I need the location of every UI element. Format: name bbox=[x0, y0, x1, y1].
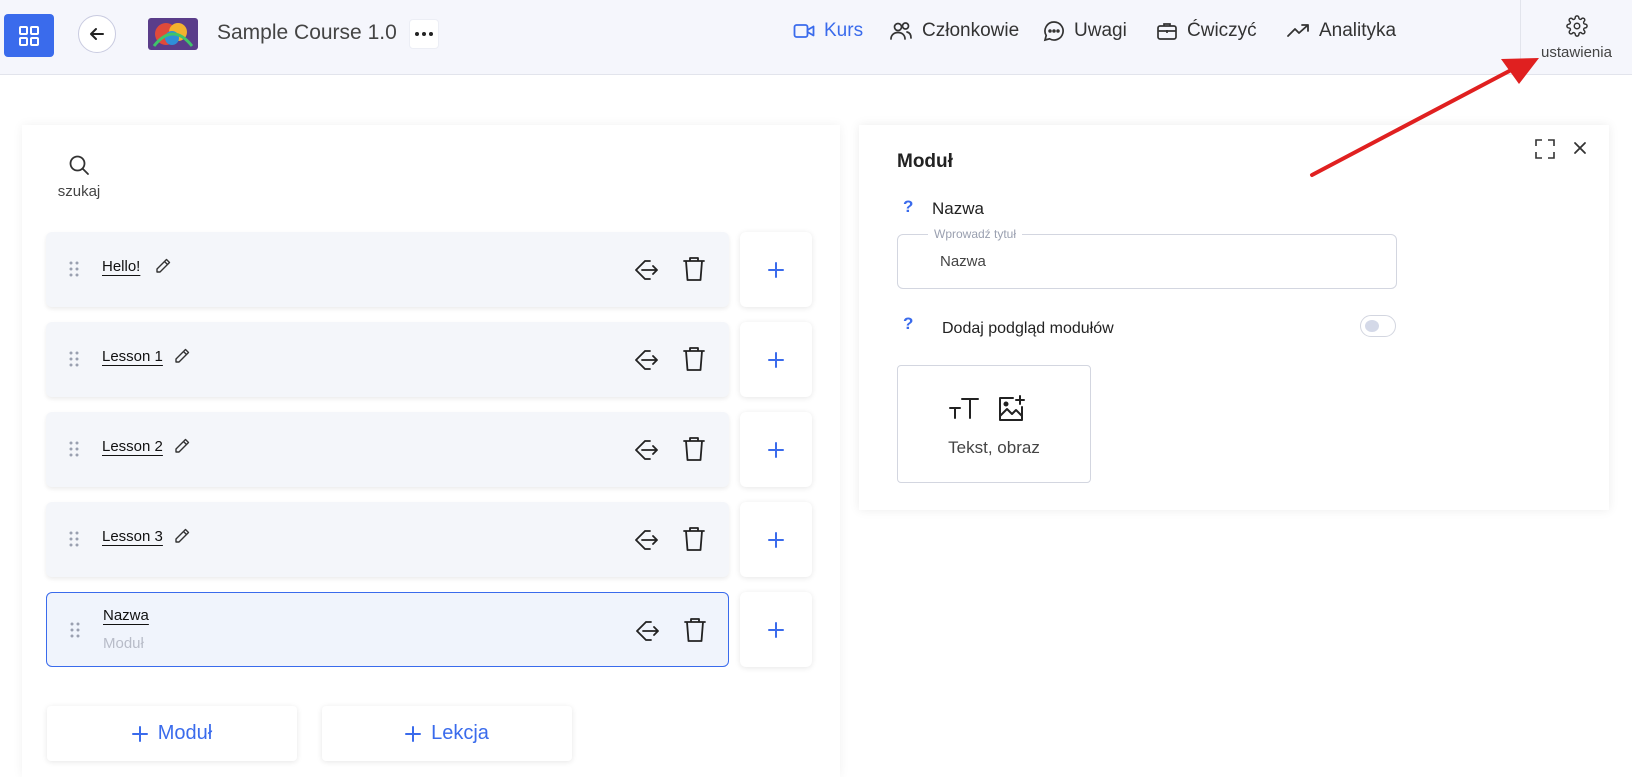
nav-members[interactable]: Członkowie bbox=[889, 20, 1019, 42]
plus-icon bbox=[131, 725, 148, 742]
trash-icon[interactable] bbox=[682, 345, 706, 373]
drag-handle-icon[interactable] bbox=[68, 350, 80, 368]
add-after-button[interactable] bbox=[740, 502, 812, 577]
nav-practice[interactable]: Ćwiczyć bbox=[1156, 20, 1257, 42]
members-icon bbox=[890, 22, 912, 40]
plus-icon bbox=[768, 351, 784, 368]
drag-handle-icon[interactable] bbox=[68, 260, 80, 278]
move-out-icon[interactable] bbox=[632, 436, 660, 464]
course-title: Sample Course 1.0 bbox=[217, 21, 397, 44]
nav-uwagi[interactable]: Uwagi bbox=[1043, 20, 1127, 42]
list-item[interactable]: Hello! bbox=[46, 232, 729, 307]
back-button[interactable] bbox=[78, 15, 116, 53]
trash-icon[interactable] bbox=[682, 435, 706, 463]
add-module-label: Moduł bbox=[157, 722, 213, 744]
plus-icon bbox=[768, 531, 784, 548]
plus-icon bbox=[768, 441, 784, 458]
trash-icon[interactable] bbox=[683, 616, 707, 644]
drag-handle-icon[interactable] bbox=[68, 440, 80, 458]
pencil-icon[interactable] bbox=[173, 437, 191, 455]
nav-uwagi-label: Uwagi bbox=[1074, 20, 1127, 41]
pencil-icon[interactable] bbox=[173, 347, 191, 365]
preview-help-icon[interactable]: ? bbox=[903, 314, 913, 334]
video-icon bbox=[793, 24, 815, 38]
item-title[interactable]: Lesson 3 bbox=[102, 528, 163, 545]
pencil-icon[interactable] bbox=[154, 257, 172, 275]
toggle-knob bbox=[1365, 320, 1379, 332]
move-out-icon[interactable] bbox=[632, 346, 660, 374]
search-label: szukaj bbox=[57, 183, 101, 200]
search-button[interactable]: szukaj bbox=[55, 153, 103, 200]
move-out-icon[interactable] bbox=[633, 617, 661, 645]
module-editor-panel: Moduł ? Nazwa Wprowadź tytuł ? Dodaj pod… bbox=[859, 125, 1609, 510]
pencil-icon[interactable] bbox=[173, 527, 191, 545]
list-item[interactable]: Lesson 2 bbox=[46, 412, 729, 487]
briefcase-icon bbox=[1157, 23, 1177, 40]
title-input[interactable] bbox=[940, 253, 1380, 270]
trash-icon[interactable] bbox=[682, 525, 706, 553]
add-after-button[interactable] bbox=[740, 232, 812, 307]
add-after-button[interactable] bbox=[740, 592, 812, 667]
plus-icon bbox=[405, 725, 422, 742]
more-horizontal-icon bbox=[415, 32, 433, 36]
add-lesson-label: Lekcja bbox=[431, 722, 489, 744]
panel-title: Moduł bbox=[897, 151, 953, 172]
item-title[interactable]: Hello! bbox=[102, 258, 140, 275]
arrow-left-icon bbox=[90, 28, 104, 40]
settings-button[interactable]: ustawienia bbox=[1520, 0, 1632, 75]
text-image-block-card[interactable]: Tekst, obraz bbox=[897, 365, 1091, 483]
list-item-selected[interactable]: Nazwa Moduł bbox=[46, 592, 729, 667]
trash-icon[interactable] bbox=[682, 255, 706, 283]
item-title[interactable]: Lesson 2 bbox=[102, 438, 163, 455]
preview-toggle[interactable] bbox=[1360, 315, 1396, 337]
nav-kurs-label: Kurs bbox=[824, 20, 864, 41]
expand-icon[interactable] bbox=[1535, 139, 1555, 159]
add-module-button[interactable]: Moduł bbox=[47, 706, 297, 761]
nav-practice-label: Ćwiczyć bbox=[1187, 20, 1257, 41]
nav-analytics[interactable]: Analityka bbox=[1286, 20, 1396, 42]
list-item[interactable]: Lesson 3 bbox=[46, 502, 729, 577]
drag-handle-icon[interactable] bbox=[68, 530, 80, 548]
apps-grid-button[interactable] bbox=[4, 14, 54, 57]
move-out-icon[interactable] bbox=[632, 256, 660, 284]
name-label: Nazwa bbox=[932, 199, 984, 218]
nav-analytics-label: Analityka bbox=[1319, 20, 1397, 41]
add-after-button[interactable] bbox=[740, 322, 812, 397]
item-subtitle: Moduł bbox=[103, 635, 144, 652]
item-title[interactable]: Lesson 1 bbox=[102, 348, 163, 365]
title-field[interactable]: Wprowadź tytuł bbox=[897, 227, 1397, 289]
preview-label: Dodaj podgląd modułów bbox=[942, 320, 1114, 337]
move-out-icon[interactable] bbox=[632, 526, 660, 554]
chat-icon bbox=[1043, 21, 1064, 42]
close-icon[interactable] bbox=[1573, 141, 1587, 155]
list-item[interactable]: Lesson 1 bbox=[46, 322, 729, 397]
text-size-icon bbox=[949, 398, 979, 419]
search-icon bbox=[69, 155, 89, 175]
add-after-button[interactable] bbox=[740, 412, 812, 487]
name-help-icon[interactable]: ? bbox=[903, 197, 913, 217]
plus-icon bbox=[768, 621, 784, 638]
card-label: Tekst, obraz bbox=[948, 438, 1040, 457]
settings-label: ustawienia bbox=[1541, 43, 1612, 61]
nav-kurs[interactable]: Kurs bbox=[793, 20, 863, 42]
grid-icon bbox=[19, 25, 39, 46]
more-options-button[interactable] bbox=[409, 19, 439, 49]
gear-icon bbox=[1565, 14, 1588, 37]
course-thumbnail bbox=[148, 18, 198, 50]
add-lesson-button[interactable]: Lekcja bbox=[322, 706, 572, 761]
drag-handle-icon[interactable] bbox=[69, 621, 81, 639]
top-bar: Sample Course 1.0 Kurs Członkowie Uwagi … bbox=[0, 0, 1632, 75]
course-structure-panel: szukaj Hello! Lesson 1 Lesson 2 Lesson 3… bbox=[22, 125, 840, 777]
title-field-legend: Wprowadź tytuł bbox=[928, 227, 1023, 241]
item-title[interactable]: Nazwa bbox=[103, 607, 149, 624]
nav-members-label: Członkowie bbox=[922, 20, 1020, 41]
plus-icon bbox=[768, 261, 784, 278]
trend-icon bbox=[1287, 24, 1309, 37]
add-image-icon bbox=[999, 395, 1025, 421]
